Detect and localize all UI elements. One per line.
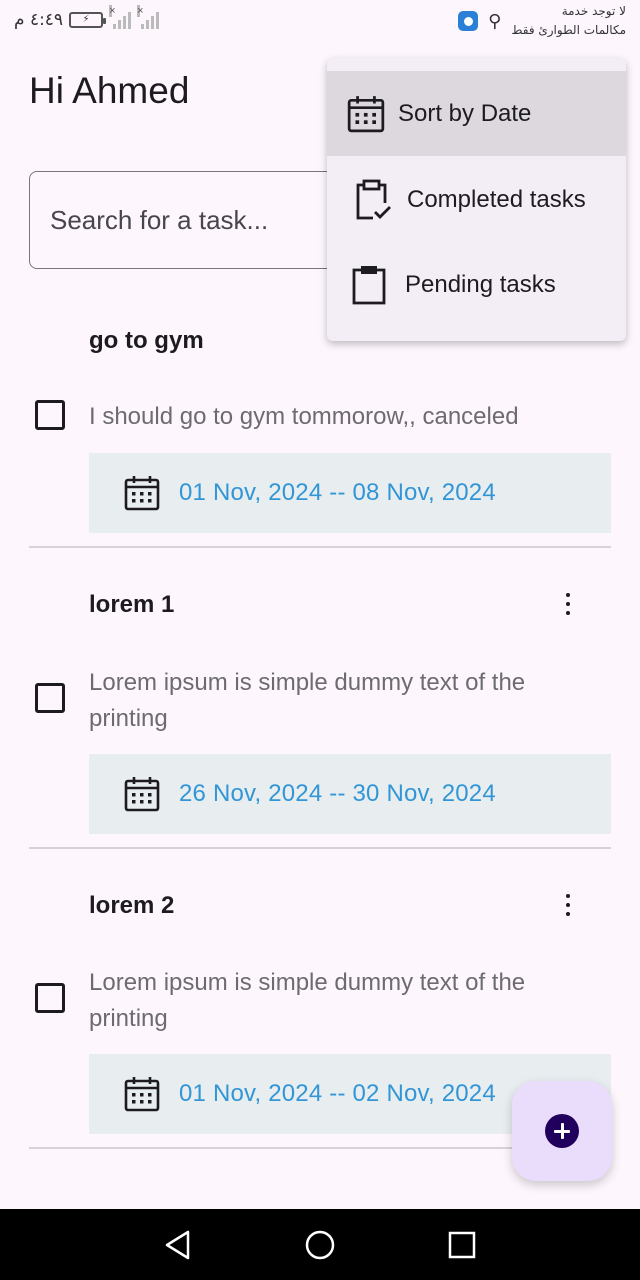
more-options-icon[interactable] [556,889,580,921]
calendar-icon [347,95,385,132]
task-title: lorem 2 [89,892,175,919]
calendar-icon [124,476,160,511]
task-divider [29,847,611,849]
carrier-line-2: مكالمات الطوارئ فقط [511,23,626,37]
carrier-line-1: لا توجد خدمة [561,4,626,18]
task-checkbox[interactable] [35,400,65,430]
task-date-range: 26 Nov, 2024 -- 30 Nov, 2024 [89,754,611,834]
signal-icon: × [109,5,132,29]
task-title: lorem 1 [89,591,175,618]
clipboard-check-icon [356,179,391,219]
task-item: lorem 1 Lorem ipsum is simple dummy text… [0,580,640,850]
carrier-status: لا توجد خدمة مكالمات الطوارئ فقط [511,2,626,40]
plus-icon [545,1114,579,1148]
more-options-icon[interactable] [556,588,580,620]
task-title: go to gym [89,327,204,354]
sort-filter-menu: Sort by Date Completed tasks Pending tas… [327,58,626,341]
signal-icon: × [137,5,160,29]
task-description: I should go to gym tommorow,, canceled [89,403,519,430]
task-checkbox[interactable] [35,683,65,713]
task-date-text: 26 Nov, 2024 -- 30 Nov, 2024 [179,780,496,807]
task-description: Lorem ipsum is simple dummy text of the … [89,969,526,1032]
menu-item-label: Completed tasks [407,185,586,213]
calendar-icon [124,1077,160,1112]
menu-item-sort-by-date[interactable]: Sort by Date [327,71,626,156]
back-icon[interactable] [160,1227,196,1263]
menu-item-label: Pending tasks [405,270,556,298]
calendar-icon [124,777,160,812]
add-task-button[interactable] [512,1081,612,1181]
menu-item-completed-tasks[interactable]: Completed tasks [327,157,626,242]
task-date-range: 01 Nov, 2024 -- 08 Nov, 2024 [89,453,611,533]
task-divider [29,546,611,548]
menu-item-pending-tasks[interactable]: Pending tasks [327,242,626,327]
task-description: Lorem ipsum is simple dummy text of the … [89,669,526,732]
app-notification-icon [458,11,479,31]
status-bar: ٤:٤٩ م ⚡ × × ⚲ لا توجد خدمة مكالمات الطو… [0,0,640,44]
task-checkbox[interactable] [35,983,65,1013]
system-navigation-bar [0,1209,640,1280]
recent-apps-icon[interactable] [444,1227,480,1263]
home-icon[interactable] [302,1227,338,1263]
menu-item-label: Sort by Date [398,99,532,127]
task-date-text: 01 Nov, 2024 -- 02 Nov, 2024 [179,1080,496,1107]
task-item: go to gym I should go to gym tommorow,, … [0,318,640,550]
status-left: ٤:٤٩ م ⚡ × × [14,5,160,30]
battery-icon: ⚡ [69,12,107,28]
task-date-text: 01 Nov, 2024 -- 08 Nov, 2024 [179,479,496,506]
usb-icon: ⚲ [488,10,502,31]
clipboard-icon [352,265,386,304]
status-time: ٤:٤٩ م [14,10,64,30]
greeting-title: Hi Ahmed [29,70,190,111]
status-right: ⚲ لا توجد خدمة مكالمات الطوارئ فقط [458,2,626,40]
